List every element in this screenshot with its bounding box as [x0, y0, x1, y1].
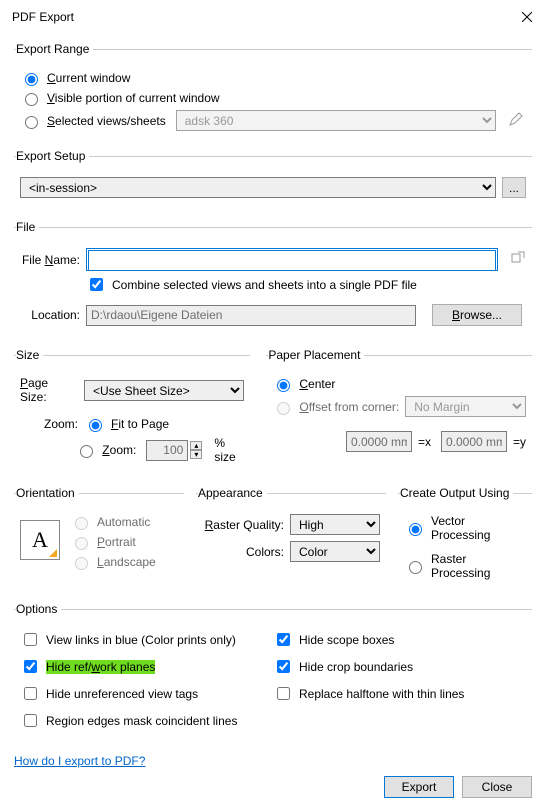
- label-visible-portion: Visible portion of current window: [47, 91, 220, 105]
- label-region-edges-mask: Region edges mask coincident lines: [46, 714, 237, 728]
- orientation-group: Orientation A Automatic Portrait Landsca…: [14, 486, 184, 590]
- select-raster-quality[interactable]: High: [290, 514, 380, 535]
- zoom-value-input: [146, 440, 188, 461]
- export-range-group: Export Range Current window Visible port…: [14, 42, 532, 141]
- label-vector-processing: Vector Processing: [431, 514, 526, 542]
- offset-x-suffix: =x: [418, 435, 431, 449]
- radio-orient-portrait: [75, 537, 88, 550]
- select-margin: No Margin: [405, 396, 526, 417]
- check-combine-pdf[interactable]: [90, 278, 103, 291]
- check-view-links-blue[interactable]: [24, 633, 37, 646]
- label-selected-views: Selected views/sheets: [47, 114, 166, 128]
- file-legend: File: [16, 220, 39, 234]
- select-export-setup[interactable]: <in-session>: [20, 177, 496, 198]
- label-center: Center: [299, 377, 335, 391]
- paper-placement-group: Paper Placement Center Offset from corne…: [266, 348, 532, 474]
- label-combine-pdf: Combine selected views and sheets into a…: [112, 278, 417, 292]
- select-sheet-set: adsk 360: [176, 110, 496, 131]
- radio-selected-views[interactable]: [25, 116, 38, 129]
- size-group: Size Page Size: <Use Sheet Size> Zoom: F…: [14, 348, 250, 474]
- location-label: Location:: [20, 308, 80, 322]
- radio-visible-portion[interactable]: [25, 93, 38, 106]
- radio-offset-corner: [277, 402, 290, 415]
- appearance-group: Appearance Raster Quality: High Colors: …: [196, 486, 386, 590]
- colors-label: Colors:: [202, 545, 284, 559]
- zoom-label: Zoom:: [20, 417, 78, 431]
- paper-placement-legend: Paper Placement: [268, 348, 364, 362]
- check-hide-ref-work-planes[interactable]: [24, 660, 37, 673]
- radio-orient-auto: [75, 517, 88, 530]
- export-setup-legend: Export Setup: [16, 149, 89, 163]
- options-legend: Options: [16, 602, 61, 616]
- label-orient-landscape: Landscape: [97, 555, 156, 569]
- orientation-icon: A: [20, 520, 60, 560]
- export-range-legend: Export Range: [16, 42, 93, 56]
- radio-raster-processing[interactable]: [409, 561, 422, 574]
- radio-zoom[interactable]: [80, 445, 93, 458]
- label-fit-to-page: Fit to Page: [111, 417, 169, 431]
- zoom-spin-up[interactable]: ▴: [190, 441, 202, 450]
- check-hide-scope-boxes[interactable]: [277, 633, 290, 646]
- radio-center[interactable]: [277, 379, 290, 392]
- rename-icon[interactable]: [510, 250, 526, 269]
- select-page-size[interactable]: <Use Sheet Size>: [84, 380, 244, 401]
- label-hide-unref-tags: Hide unreferenced view tags: [46, 687, 198, 701]
- orientation-legend: Orientation: [16, 486, 79, 500]
- zoom-spin-down[interactable]: ▾: [190, 450, 202, 459]
- select-colors[interactable]: Color: [290, 541, 380, 562]
- label-zoom: Zoom:: [102, 443, 136, 457]
- file-group: File File Name: Combine selected views a…: [14, 220, 532, 336]
- label-current-window: Current window: [47, 71, 130, 85]
- appearance-legend: Appearance: [198, 486, 267, 500]
- close-button[interactable]: Close: [462, 776, 532, 798]
- browse-button[interactable]: Browse...: [432, 304, 522, 326]
- window-title: PDF Export: [12, 10, 74, 24]
- check-hide-unref-tags[interactable]: [24, 687, 37, 700]
- label-hide-crop-boundaries: Hide crop boundaries: [299, 660, 413, 674]
- help-link[interactable]: How do I export to PDF?: [0, 754, 145, 768]
- raster-quality-label: Raster Quality:: [202, 518, 284, 532]
- radio-fit-to-page[interactable]: [89, 419, 102, 432]
- create-output-legend: Create Output Using: [400, 486, 513, 500]
- pct-size-label: % size: [214, 436, 244, 464]
- location-input: [86, 305, 416, 326]
- export-button[interactable]: Export: [384, 776, 454, 798]
- export-setup-group: Export Setup <in-session> ...: [14, 149, 532, 212]
- radio-vector-processing[interactable]: [409, 523, 422, 536]
- check-hide-crop-boundaries[interactable]: [277, 660, 290, 673]
- pencil-icon: [508, 111, 524, 130]
- label-orient-auto: Automatic: [97, 515, 150, 529]
- close-icon[interactable]: [518, 8, 536, 26]
- radio-current-window[interactable]: [25, 73, 38, 86]
- label-offset-corner: Offset from corner:: [299, 400, 399, 414]
- offset-y-suffix: =y: [513, 435, 526, 449]
- radio-orient-landscape: [75, 557, 88, 570]
- file-name-label: File Name:: [20, 253, 80, 267]
- size-legend: Size: [16, 348, 43, 362]
- label-hide-scope-boxes: Hide scope boxes: [299, 633, 394, 647]
- page-size-label: Page Size:: [20, 376, 78, 404]
- offset-y-input: [441, 431, 507, 452]
- check-replace-halftone[interactable]: [277, 687, 290, 700]
- label-view-links-blue: View links in blue (Color prints only): [46, 633, 236, 647]
- label-replace-halftone: Replace halftone with thin lines: [299, 687, 464, 701]
- offset-x-input: [346, 431, 412, 452]
- label-raster-processing: Raster Processing: [431, 552, 526, 580]
- check-region-edges-mask[interactable]: [24, 714, 37, 727]
- label-hide-ref-work-planes: Hide ref/work planes: [46, 660, 155, 674]
- setup-more-button[interactable]: ...: [502, 177, 526, 198]
- options-group: Options View links in blue (Color prints…: [14, 602, 532, 736]
- label-orient-portrait: Portrait: [97, 535, 136, 549]
- file-name-input[interactable]: [88, 250, 496, 271]
- create-output-group: Create Output Using Vector Processing Ra…: [398, 486, 532, 590]
